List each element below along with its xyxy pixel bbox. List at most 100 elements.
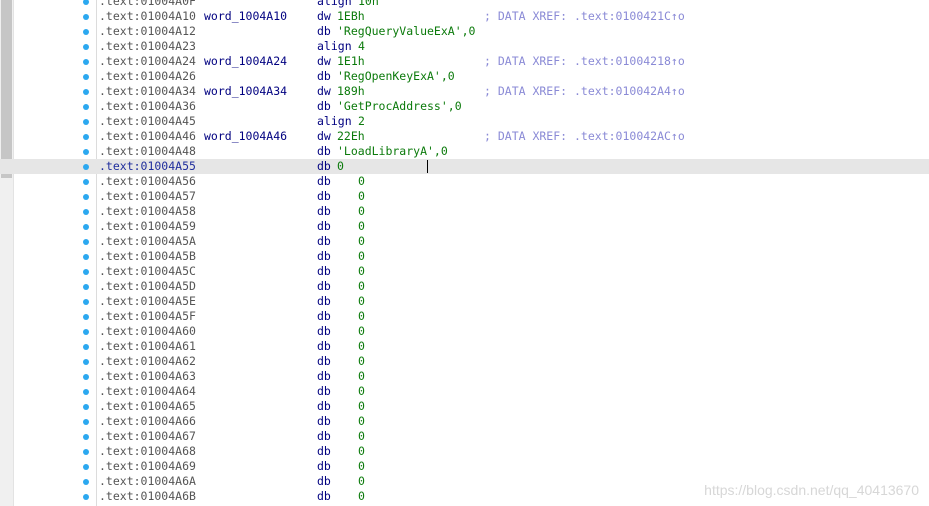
row-xref-comment[interactable]: ; DATA XREF: .text:010042AC↑o: [484, 129, 685, 144]
bullet-icon: [83, 74, 89, 80]
row-mnemonic: db: [317, 219, 331, 233]
current-listing-row[interactable]: .text:01004A55 db 0: [0, 159, 929, 174]
row-label[interactable]: word_1004A10: [204, 9, 287, 24]
row-address: .text:01004A45: [99, 114, 196, 128]
row-address: .text:01004A46: [99, 129, 196, 143]
row-xref-comment[interactable]: ; DATA XREF: .text:01004218↑o: [484, 54, 685, 69]
bullet-icon: [83, 254, 89, 260]
listing[interactable]: .text:01004A0F align 10h .text:01004A10 …: [0, 0, 929, 504]
row-label[interactable]: word_1004A46: [204, 129, 287, 144]
listing-row[interactable]: .text:01004A5A db 0: [0, 234, 929, 249]
row-mnemonic: db: [317, 189, 331, 203]
row-operand: 0: [358, 189, 365, 203]
listing-row[interactable]: .text:01004A36 db 'GetProcAddress',0: [0, 99, 929, 114]
bullet-icon: [83, 494, 89, 500]
row-operand: 0: [358, 429, 365, 443]
bullet-icon: [83, 419, 89, 425]
row-address: .text:01004A5D: [99, 279, 196, 293]
row-mnemonic: db: [317, 69, 331, 83]
row-address: .text:01004A58: [99, 204, 196, 218]
bullet-icon: [83, 404, 89, 410]
row-label[interactable]: word_1004A34: [204, 84, 287, 99]
listing-row[interactable]: .text:01004A5C db 0: [0, 264, 929, 279]
bullet-icon: [83, 194, 89, 200]
row-address: .text:01004A26: [99, 69, 196, 83]
listing-row[interactable]: .text:01004A5B db 0: [0, 249, 929, 264]
row-mnemonic: db: [317, 354, 331, 368]
listing-row[interactable]: .text:01004A24 word_1004A24 dw 1E1h ; DA…: [0, 54, 929, 69]
listing-row[interactable]: .text:01004A61 db 0: [0, 339, 929, 354]
bullet-icon: [83, 134, 89, 140]
row-operand: 0: [358, 174, 365, 188]
listing-row[interactable]: .text:01004A64 db 0: [0, 384, 929, 399]
row-operand: 0: [358, 414, 365, 428]
bullet-icon: [83, 44, 89, 50]
listing-row[interactable]: .text:01004A23 align 4: [0, 39, 929, 54]
listing-row[interactable]: .text:01004A57 db 0: [0, 189, 929, 204]
listing-row[interactable]: .text:01004A0F align 10h: [0, 0, 929, 9]
listing-row[interactable]: .text:01004A67 db 0: [0, 429, 929, 444]
text-cursor: [427, 160, 428, 173]
row-address: .text:01004A5C: [99, 264, 196, 278]
row-operand: 0: [358, 339, 365, 353]
row-mnemonic: db: [317, 204, 331, 218]
listing-row[interactable]: .text:01004A56 db 0: [0, 174, 929, 189]
listing-row[interactable]: .text:01004A48 db 'LoadLibraryA',0: [0, 144, 929, 159]
row-operand: 0: [358, 399, 365, 413]
bullet-icon: [83, 0, 89, 5]
disassembly-view[interactable]: .text:01004A0F align 10h .text:01004A10 …: [0, 0, 929, 506]
row-operand: 0: [358, 474, 365, 488]
row-mnemonic: db: [317, 339, 331, 353]
row-operand: 1EBh: [337, 9, 365, 23]
listing-row[interactable]: .text:01004A46 word_1004A46 dw 22Eh ; DA…: [0, 129, 929, 144]
bullet-icon: [83, 374, 89, 380]
row-address: .text:01004A57: [99, 189, 196, 203]
listing-row[interactable]: .text:01004A59 db 0: [0, 219, 929, 234]
row-mnemonic: db: [317, 444, 331, 458]
listing-row[interactable]: .text:01004A58 db 0: [0, 204, 929, 219]
row-operand: 0: [358, 219, 365, 233]
listing-row[interactable]: .text:01004A63 db 0: [0, 369, 929, 384]
listing-row[interactable]: .text:01004A5E db 0: [0, 294, 929, 309]
row-address: .text:01004A5A: [99, 234, 196, 248]
listing-row[interactable]: .text:01004A26 db 'RegOpenKeyExA',0: [0, 69, 929, 84]
row-xref-comment[interactable]: ; DATA XREF: .text:0100421C↑o: [484, 9, 685, 24]
listing-row[interactable]: .text:01004A34 word_1004A34 dw 189h ; DA…: [0, 84, 929, 99]
bullet-icon: [83, 449, 89, 455]
row-mnemonic: db: [317, 249, 331, 263]
row-address: .text:01004A23: [99, 39, 196, 53]
row-address: .text:01004A59: [99, 219, 196, 233]
listing-row[interactable]: .text:01004A5F db 0: [0, 309, 929, 324]
bullet-icon: [83, 269, 89, 275]
row-address: .text:01004A36: [99, 99, 196, 113]
listing-row[interactable]: .text:01004A10 word_1004A10 dw 1EBh ; DA…: [0, 9, 929, 24]
row-mnemonic: dw: [317, 84, 331, 98]
bullet-icon: [83, 314, 89, 320]
listing-row[interactable]: .text:01004A5D db 0: [0, 279, 929, 294]
listing-row[interactable]: .text:01004A68 db 0: [0, 444, 929, 459]
bullet-icon: [83, 119, 89, 125]
row-mnemonic: align: [317, 0, 352, 8]
listing-row[interactable]: .text:01004A66 db 0: [0, 414, 929, 429]
listing-row[interactable]: .text:01004A62 db 0: [0, 354, 929, 369]
row-mnemonic: db: [317, 159, 331, 173]
row-address: .text:01004A48: [99, 144, 196, 158]
row-operand: 0: [358, 369, 365, 383]
listing-row[interactable]: .text:01004A60 db 0: [0, 324, 929, 339]
row-operand: 0: [358, 324, 365, 338]
bullet-icon: [83, 89, 89, 95]
listing-row[interactable]: .text:01004A69 db 0: [0, 459, 929, 474]
row-operand: 189h: [337, 84, 365, 98]
listing-row[interactable]: .text:01004A45 align 2: [0, 114, 929, 129]
row-operand: 22Eh: [337, 129, 365, 143]
row-xref-comment[interactable]: ; DATA XREF: .text:010042A4↑o: [484, 84, 685, 99]
row-mnemonic: db: [317, 429, 331, 443]
bullet-icon: [83, 479, 89, 485]
listing-row[interactable]: .text:01004A12 db 'RegQueryValueExA',0: [0, 24, 929, 39]
row-address: .text:01004A62: [99, 354, 196, 368]
row-label[interactable]: word_1004A24: [204, 54, 287, 69]
listing-row[interactable]: .text:01004A65 db 0: [0, 399, 929, 414]
row-address: .text:01004A24: [99, 54, 196, 68]
row-mnemonic: db: [317, 309, 331, 323]
row-mnemonic: db: [317, 144, 331, 158]
